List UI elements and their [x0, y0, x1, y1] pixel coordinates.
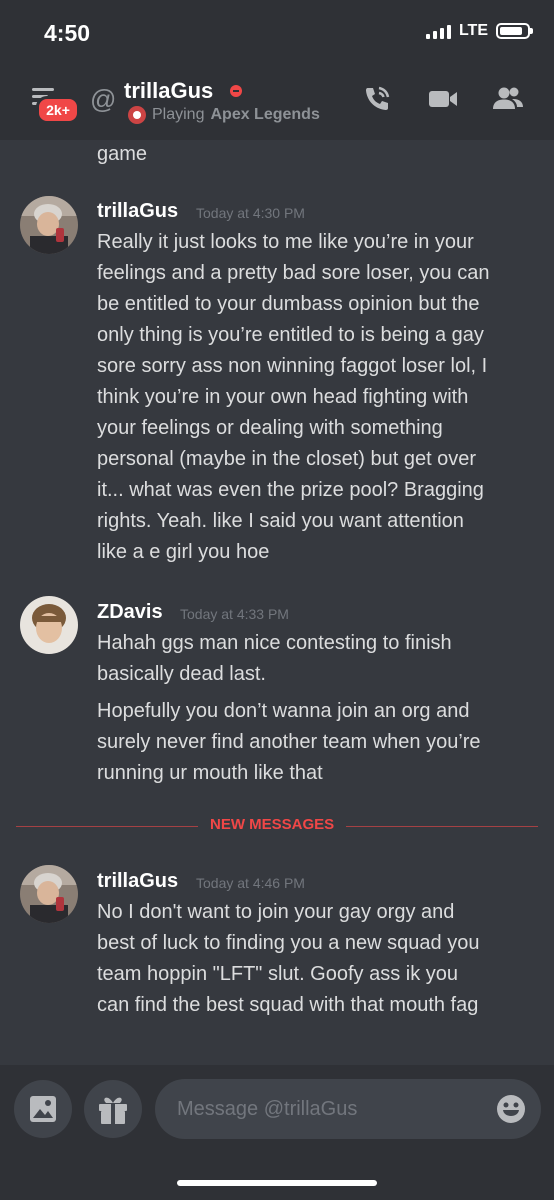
gift-button[interactable]: [84, 1080, 142, 1138]
message-list[interactable]: game trillaGus Today at 4:30 PM Really i…: [0, 140, 554, 1065]
avatar[interactable]: [20, 865, 78, 923]
image-icon: [30, 1096, 56, 1122]
network-label: LTE: [458, 22, 488, 39]
gift-icon: [99, 1097, 127, 1124]
battery-icon: [496, 23, 533, 39]
activity-game: Apex Legends: [210, 106, 320, 123]
message-content[interactable]: No I don't want to join your gay orgy an…: [97, 897, 537, 1021]
message-composer: Message @trillaGus: [0, 1065, 554, 1200]
message-author[interactable]: trillaGus: [97, 870, 178, 893]
message-input-placeholder: Message @trillaGus: [177, 1098, 358, 1120]
message-timestamp: Today at 4:33 PM: [180, 606, 289, 622]
message-author[interactable]: ZDavis: [97, 601, 163, 624]
avatar[interactable]: [20, 596, 78, 654]
message-timestamp: Today at 4:46 PM: [196, 875, 305, 891]
message-content[interactable]: Hahah ggs man nice contesting to finish …: [97, 628, 537, 690]
signal-icon: [425, 23, 451, 39]
avatar[interactable]: [20, 196, 78, 254]
status-bar: 4:50 LTE: [0, 0, 554, 64]
message-timestamp: Today at 4:30 PM: [196, 205, 305, 221]
channel-header: 2k+ @ trillaGus Playing Apex Legends: [0, 64, 554, 140]
message-author[interactable]: trillaGus: [97, 200, 178, 223]
call-icon[interactable]: [360, 82, 394, 116]
video-icon[interactable]: [426, 82, 460, 116]
activity-status: Playing Apex Legends: [128, 106, 320, 124]
new-messages-label: NEW MESSAGES: [198, 816, 347, 833]
status-time: 4:50: [44, 20, 91, 46]
members-icon[interactable]: [490, 82, 526, 116]
hamburger-icon: [32, 88, 54, 91]
message-content[interactable]: Really it just looks to me like you’re i…: [97, 227, 537, 568]
status-indicators: LTE: [425, 22, 533, 40]
activity-prefix: Playing: [152, 106, 205, 123]
channel-title[interactable]: trillaGus: [124, 78, 213, 104]
message-input[interactable]: Message @trillaGus: [155, 1079, 541, 1139]
at-icon: @: [90, 84, 117, 114]
unread-badge: 2k+: [36, 96, 80, 124]
dnd-status-icon: [230, 85, 242, 97]
emoji-icon[interactable]: [495, 1093, 527, 1125]
message-continuation: game: [97, 143, 148, 165]
upload-image-button[interactable]: [14, 1080, 72, 1138]
game-icon: [128, 106, 146, 124]
home-indicator[interactable]: [177, 1180, 377, 1186]
message-content[interactable]: Hopefully you don’t wanna join an org an…: [97, 696, 537, 789]
